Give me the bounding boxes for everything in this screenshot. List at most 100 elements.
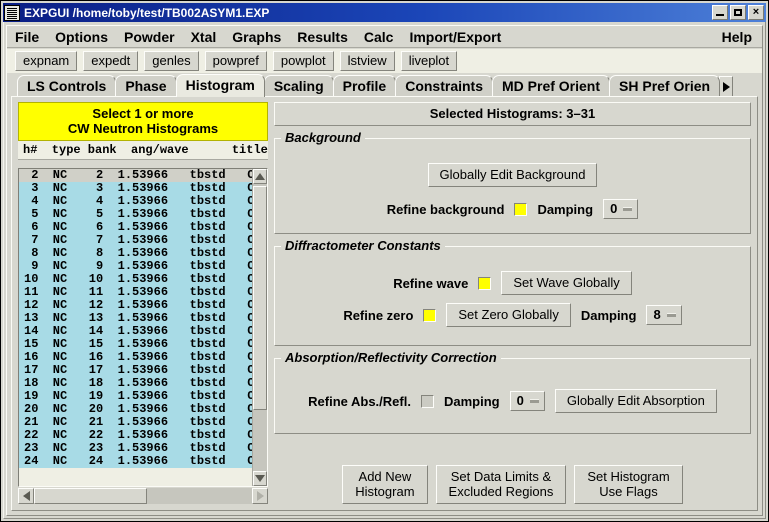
refine-abs-refl-label: Refine Abs./Refl. — [308, 393, 411, 409]
tab-constraints[interactable]: Constraints — [395, 75, 493, 97]
set-wave-globally-button[interactable]: Set Wave Globally — [501, 271, 632, 295]
background-damping-value: 0 — [610, 201, 618, 216]
hscroll-track[interactable] — [34, 488, 252, 504]
set-zero-globally-button[interactable]: Set Zero Globally — [446, 303, 571, 327]
close-icon: × — [752, 6, 760, 18]
histogram-tab-page: Select 1 or more CW Neutron Histograms h… — [11, 96, 758, 511]
histogram-list-vscrollbar[interactable] — [252, 169, 267, 486]
diffractometer-group-label: Diffractometer Constants — [281, 238, 445, 253]
refine-zero-label: Refine zero — [343, 307, 414, 323]
tool-powplot-button[interactable]: powplot — [272, 51, 334, 71]
set-histogram-use-flags-button[interactable]: Set Histogram Use Flags — [574, 465, 683, 504]
client-area: File Options Powder Xtal Graphs Results … — [6, 25, 763, 516]
tool-lstview-button[interactable]: lstview — [339, 51, 395, 71]
tab-histogram[interactable]: Histogram — [175, 74, 265, 97]
option-indicator-icon — [666, 312, 676, 317]
absorption-group: Absorption/Reflectivity Correction Refin… — [274, 350, 751, 434]
tab-md-pref-orient[interactable]: MD Pref Orient — [492, 75, 611, 97]
menu-import-export[interactable]: Import/Export — [401, 28, 509, 46]
background-damping-optionmenu[interactable]: 0 — [603, 199, 639, 219]
document-lines-icon — [4, 4, 20, 21]
option-indicator-icon — [529, 398, 539, 403]
histogram-list-hscrollbar[interactable] — [18, 488, 268, 504]
banner-line-1: Select 1 or more — [92, 106, 194, 121]
tool-button-row: expnam expedt genles powpref powplot lst… — [7, 49, 762, 73]
globally-edit-absorption-button[interactable]: Globally Edit Absorption — [554, 389, 717, 413]
minimize-button[interactable] — [712, 5, 728, 20]
triangle-up-icon — [255, 173, 265, 180]
triangle-down-icon — [255, 475, 265, 482]
menu-powder[interactable]: Powder — [116, 28, 183, 46]
absorption-damping-optionmenu[interactable]: 0 — [509, 391, 545, 411]
background-damping-label: Damping — [537, 201, 594, 217]
diffractometer-damping-optionmenu[interactable]: 8 — [646, 305, 682, 325]
bottom-button-row: Add New Histogram Set Data Limits & Excl… — [274, 465, 751, 504]
histogram-row[interactable]: 24 NC 24 1.53966 tbstd Cu — [19, 455, 252, 468]
tab-strip: LS Controls Phase Histogram Scaling Prof… — [7, 73, 762, 97]
chevron-right-icon — [722, 81, 730, 92]
tab-profile[interactable]: Profile — [332, 75, 397, 97]
tool-powpref-button[interactable]: powpref — [204, 51, 267, 71]
diffractometer-constants-group: Diffractometer Constants Refine wave Set… — [274, 238, 751, 346]
set-histogram-use-flags-line2: Use Flags — [599, 484, 658, 499]
refine-background-label: Refine background — [386, 201, 505, 217]
triangle-left-icon — [22, 491, 30, 501]
tool-genles-button[interactable]: genles — [144, 51, 199, 71]
hscroll-thumb[interactable] — [34, 488, 148, 504]
maximize-button[interactable] — [730, 5, 746, 20]
menu-options[interactable]: Options — [47, 28, 116, 46]
menu-bar: File Options Powder Xtal Graphs Results … — [7, 26, 762, 48]
histogram-list-header: h# type bank ang/wave title — [18, 141, 268, 160]
histogram-list-panel: Select 1 or more CW Neutron Histograms h… — [18, 102, 268, 504]
set-data-limits-button[interactable]: Set Data Limits & Excluded Regions — [435, 465, 567, 504]
menu-graphs[interactable]: Graphs — [224, 28, 289, 46]
tab-sh-pref-orient[interactable]: SH Pref Orien — [609, 75, 721, 97]
set-data-limits-line1: Set Data Limits & — [450, 469, 552, 484]
add-new-histogram-button[interactable]: Add New Histogram — [342, 465, 428, 504]
scroll-down-button[interactable] — [253, 471, 267, 486]
scroll-left-button[interactable] — [18, 488, 34, 504]
scroll-right-button[interactable] — [252, 488, 268, 504]
tab-scroll-right-button[interactable] — [719, 76, 734, 97]
tool-expnam-button[interactable]: expnam — [15, 51, 78, 71]
absorption-damping-label: Damping — [443, 393, 500, 409]
triangle-right-icon — [256, 491, 264, 501]
tab-phase[interactable]: Phase — [115, 75, 177, 97]
window-title: EXPGUI /home/toby/test/TB002ASYM1.EXP — [24, 5, 270, 20]
absorption-damping-value: 0 — [516, 393, 524, 408]
refine-abs-refl-checkbox[interactable] — [420, 394, 434, 408]
refine-wave-checkbox[interactable] — [478, 276, 492, 290]
selected-histograms-label: Selected Histograms: 3–31 — [274, 102, 751, 126]
histogram-list-rows[interactable]: 2 NC 2 1.53966 tbstd Cu 3 NC 3 1.53966 t… — [19, 169, 252, 486]
vscroll-thumb[interactable] — [253, 186, 267, 410]
histogram-settings-panel: Selected Histograms: 3–31 Background Glo… — [274, 102, 751, 504]
add-new-histogram-line1: Add New — [358, 469, 412, 484]
menu-file[interactable]: File — [7, 28, 47, 46]
refine-background-checkbox[interactable] — [514, 202, 528, 216]
tool-expedt-button[interactable]: expedt — [83, 51, 139, 71]
scroll-up-button[interactable] — [253, 169, 267, 184]
tool-liveplot-button[interactable]: liveplot — [400, 51, 458, 71]
window-buttons: × — [712, 5, 764, 20]
refine-zero-checkbox[interactable] — [423, 308, 437, 322]
background-group: Background Globally Edit Background Refi… — [274, 130, 751, 234]
refine-wave-label: Refine wave — [393, 275, 469, 291]
menu-help[interactable]: Help — [714, 28, 762, 46]
menu-results[interactable]: Results — [289, 28, 356, 46]
title-bar[interactable]: EXPGUI /home/toby/test/TB002ASYM1.EXP × — [3, 3, 766, 22]
background-group-label: Background — [281, 130, 365, 145]
histogram-listbox[interactable]: 2 NC 2 1.53966 tbstd Cu 3 NC 3 1.53966 t… — [18, 168, 268, 487]
close-button[interactable]: × — [748, 5, 764, 20]
histogram-list-wrapper: 2 NC 2 1.53966 tbstd Cu 3 NC 3 1.53966 t… — [18, 168, 268, 504]
vscroll-track[interactable] — [253, 184, 267, 471]
menu-calc[interactable]: Calc — [356, 28, 402, 46]
expgui-window: EXPGUI /home/toby/test/TB002ASYM1.EXP × … — [0, 0, 769, 522]
menu-xtal[interactable]: Xtal — [183, 28, 225, 46]
globally-edit-background-button[interactable]: Globally Edit Background — [427, 163, 598, 187]
diffractometer-damping-value: 8 — [653, 307, 661, 322]
tab-scaling[interactable]: Scaling — [263, 75, 334, 97]
selection-banner: Select 1 or more CW Neutron Histograms — [18, 102, 268, 141]
tab-ls-controls[interactable]: LS Controls — [17, 75, 117, 97]
absorption-group-label: Absorption/Reflectivity Correction — [281, 350, 501, 365]
add-new-histogram-line2: Histogram — [355, 484, 415, 499]
